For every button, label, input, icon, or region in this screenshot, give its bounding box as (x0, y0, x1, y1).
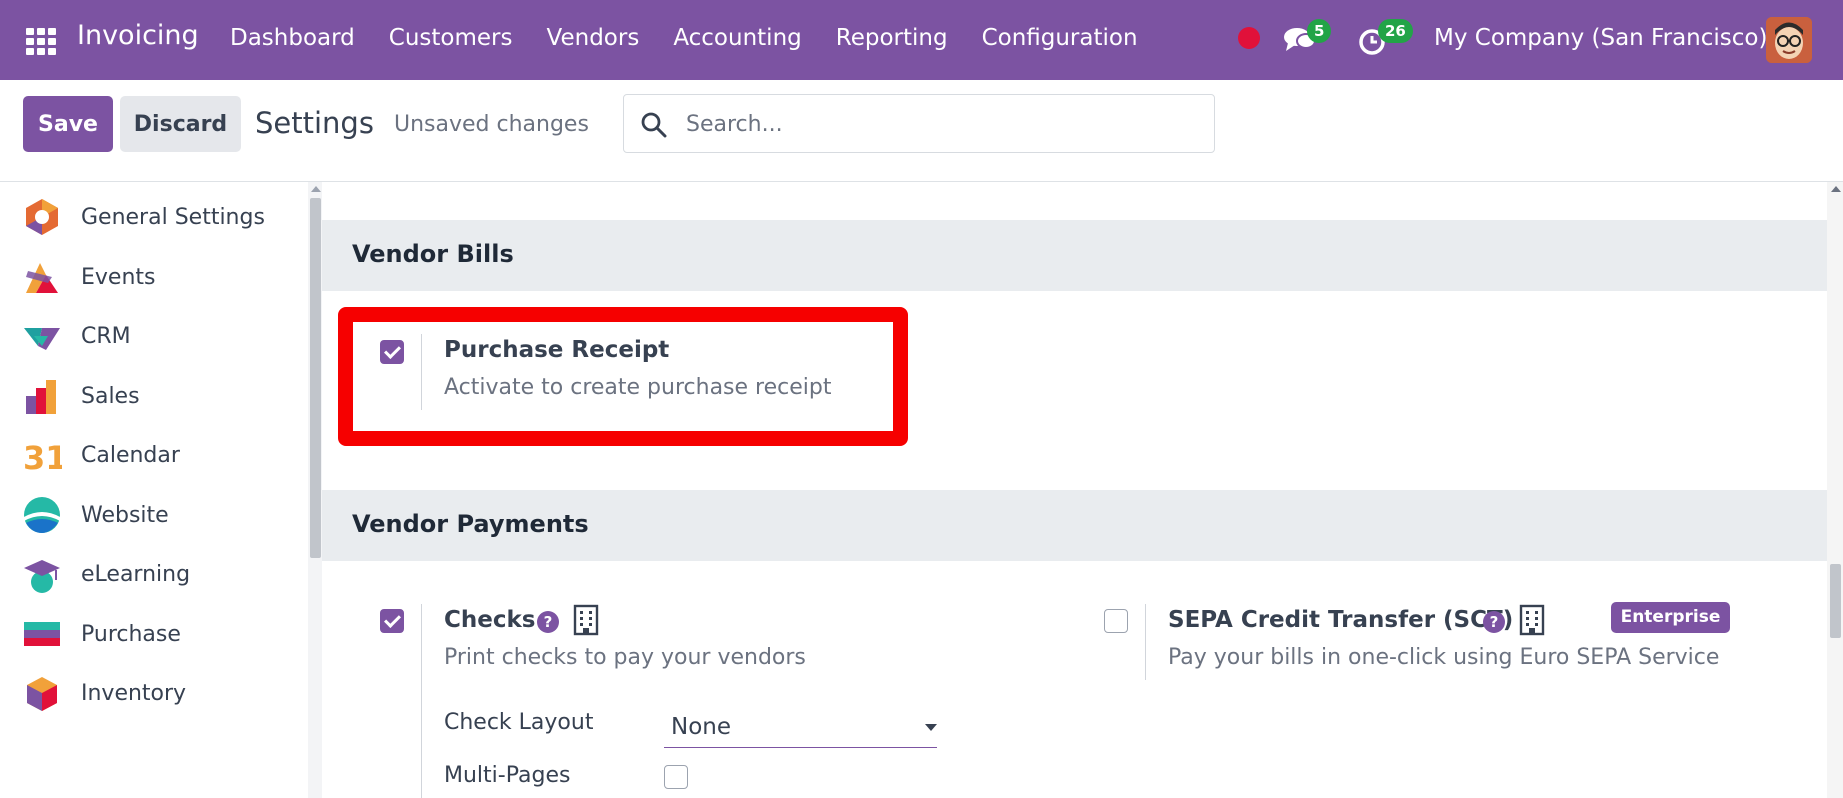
avatar-face-icon (1766, 17, 1812, 63)
inventory-icon (27, 677, 57, 711)
discard-button[interactable]: Discard (120, 96, 241, 152)
company-switcher[interactable]: My Company (San Francisco) (1434, 25, 1767, 51)
purchase-icon (24, 622, 60, 646)
menu-accounting[interactable]: Accounting (673, 25, 801, 51)
content-scrollbar-thumb[interactable] (1830, 564, 1841, 638)
sales-icon (26, 380, 56, 414)
page-title: Settings (255, 106, 374, 140)
purchase-receipt-title: Purchase Receipt (444, 337, 670, 363)
section-header-vendor-bills: Vendor Bills (322, 220, 1827, 291)
save-button[interactable]: Save (23, 96, 113, 152)
main-menu: Dashboard Customers Vendors Accounting R… (230, 25, 1172, 51)
general-settings-icon (26, 199, 58, 235)
sidebar-item-sales[interactable]: Sales (0, 366, 300, 426)
settings-content: Vendor Bills Purchase Receipt Activate t… (322, 182, 1827, 798)
enterprise-badge: Enterprise (1611, 602, 1730, 633)
sepa-help-icon[interactable]: ? (1483, 611, 1505, 633)
menu-vendors[interactable]: Vendors (547, 25, 640, 51)
chevron-down-icon (925, 724, 937, 731)
app-name[interactable]: Invoicing (77, 20, 199, 51)
sidebar-item-label: CRM (81, 323, 131, 349)
messages-count-badge: 5 (1307, 19, 1332, 43)
check-layout-value: None (671, 714, 732, 740)
checks-description: Print checks to pay your vendors (444, 645, 806, 670)
sepa-description: Pay your bills in one-click using Euro S… (1168, 645, 1720, 670)
section-header-vendor-payments: Vendor Payments (322, 490, 1827, 561)
search-bar[interactable] (623, 94, 1215, 153)
sidebar-item-purchase[interactable]: Purchase (0, 604, 300, 664)
calendar-icon: 31 (23, 439, 62, 475)
sidebar-item-inventory[interactable]: Inventory (0, 663, 300, 723)
checks-checkbox[interactable] (380, 609, 404, 633)
sidebar-item-label: General Settings (81, 204, 265, 230)
sidebar-item-events[interactable]: Events (0, 247, 300, 307)
menu-reporting[interactable]: Reporting (836, 25, 948, 51)
sidebar-scrollbar-thumb[interactable] (310, 198, 321, 558)
setting-divider (421, 334, 422, 410)
unsaved-changes-indicator: Unsaved changes (394, 112, 589, 137)
status-indicator-icon[interactable] (1238, 27, 1260, 49)
svg-text:31: 31 (23, 439, 62, 475)
setting-divider (421, 604, 422, 798)
company-building-icon (1519, 604, 1545, 636)
check-layout-label: Check Layout (444, 710, 594, 735)
checks-title: Checks (444, 607, 536, 633)
setting-divider (1145, 604, 1146, 680)
check-layout-select[interactable]: None (664, 706, 937, 748)
menu-customers[interactable]: Customers (389, 25, 513, 51)
search-input[interactable] (686, 105, 1196, 143)
sidebar-item-label: Events (81, 264, 156, 290)
purchase-receipt-description: Activate to create purchase receipt (444, 375, 832, 400)
checks-help-icon[interactable]: ? (537, 611, 559, 633)
sidebar-item-website[interactable]: Website (0, 485, 300, 545)
sidebar-item-label: Sales (81, 383, 140, 409)
sidebar-item-crm[interactable]: CRM (0, 306, 300, 366)
company-building-icon (573, 604, 599, 636)
content-scrollbar[interactable] (1827, 182, 1843, 798)
search-icon (641, 112, 667, 138)
sidebar-item-calendar[interactable]: 31 Calendar (0, 425, 300, 485)
sidebar-item-label: Inventory (81, 680, 187, 706)
sidebar-item-label: Purchase (81, 621, 181, 647)
top-navbar: Invoicing Dashboard Customers Vendors Ac… (0, 0, 1843, 80)
section-title: Vendor Bills (352, 240, 514, 268)
settings-sidebar: General Settings Events CRM Sales 31 Cal… (0, 182, 308, 798)
multi-pages-checkbox[interactable] (664, 765, 688, 789)
scroll-up-arrow-icon[interactable] (1831, 186, 1841, 192)
sidebar-item-label: eLearning (81, 561, 191, 587)
events-icon (26, 263, 58, 293)
sidebar-item-general-settings[interactable]: General Settings (0, 187, 300, 247)
sidebar-item-elearning[interactable]: eLearning (0, 544, 300, 604)
multi-pages-label: Multi-Pages (444, 763, 571, 788)
sepa-checkbox[interactable] (1104, 609, 1128, 633)
purchase-receipt-checkbox[interactable] (380, 340, 404, 364)
sepa-title: SEPA Credit Transfer (SCT) (1168, 607, 1514, 633)
sidebar-item-label: Website (81, 502, 169, 528)
section-title: Vendor Payments (352, 510, 589, 538)
apps-menu-icon[interactable] (26, 28, 56, 55)
menu-configuration[interactable]: Configuration (982, 25, 1138, 51)
elearning-icon (24, 560, 60, 593)
activities-count-badge: 26 (1378, 19, 1413, 43)
crm-icon (24, 328, 60, 350)
website-icon (24, 497, 60, 533)
user-avatar[interactable] (1766, 17, 1812, 63)
control-panel: Save Discard Settings Unsaved changes (0, 80, 1843, 182)
sidebar-item-label: Calendar (81, 442, 180, 468)
menu-dashboard[interactable]: Dashboard (230, 25, 355, 51)
scroll-up-arrow-icon[interactable] (311, 186, 321, 192)
